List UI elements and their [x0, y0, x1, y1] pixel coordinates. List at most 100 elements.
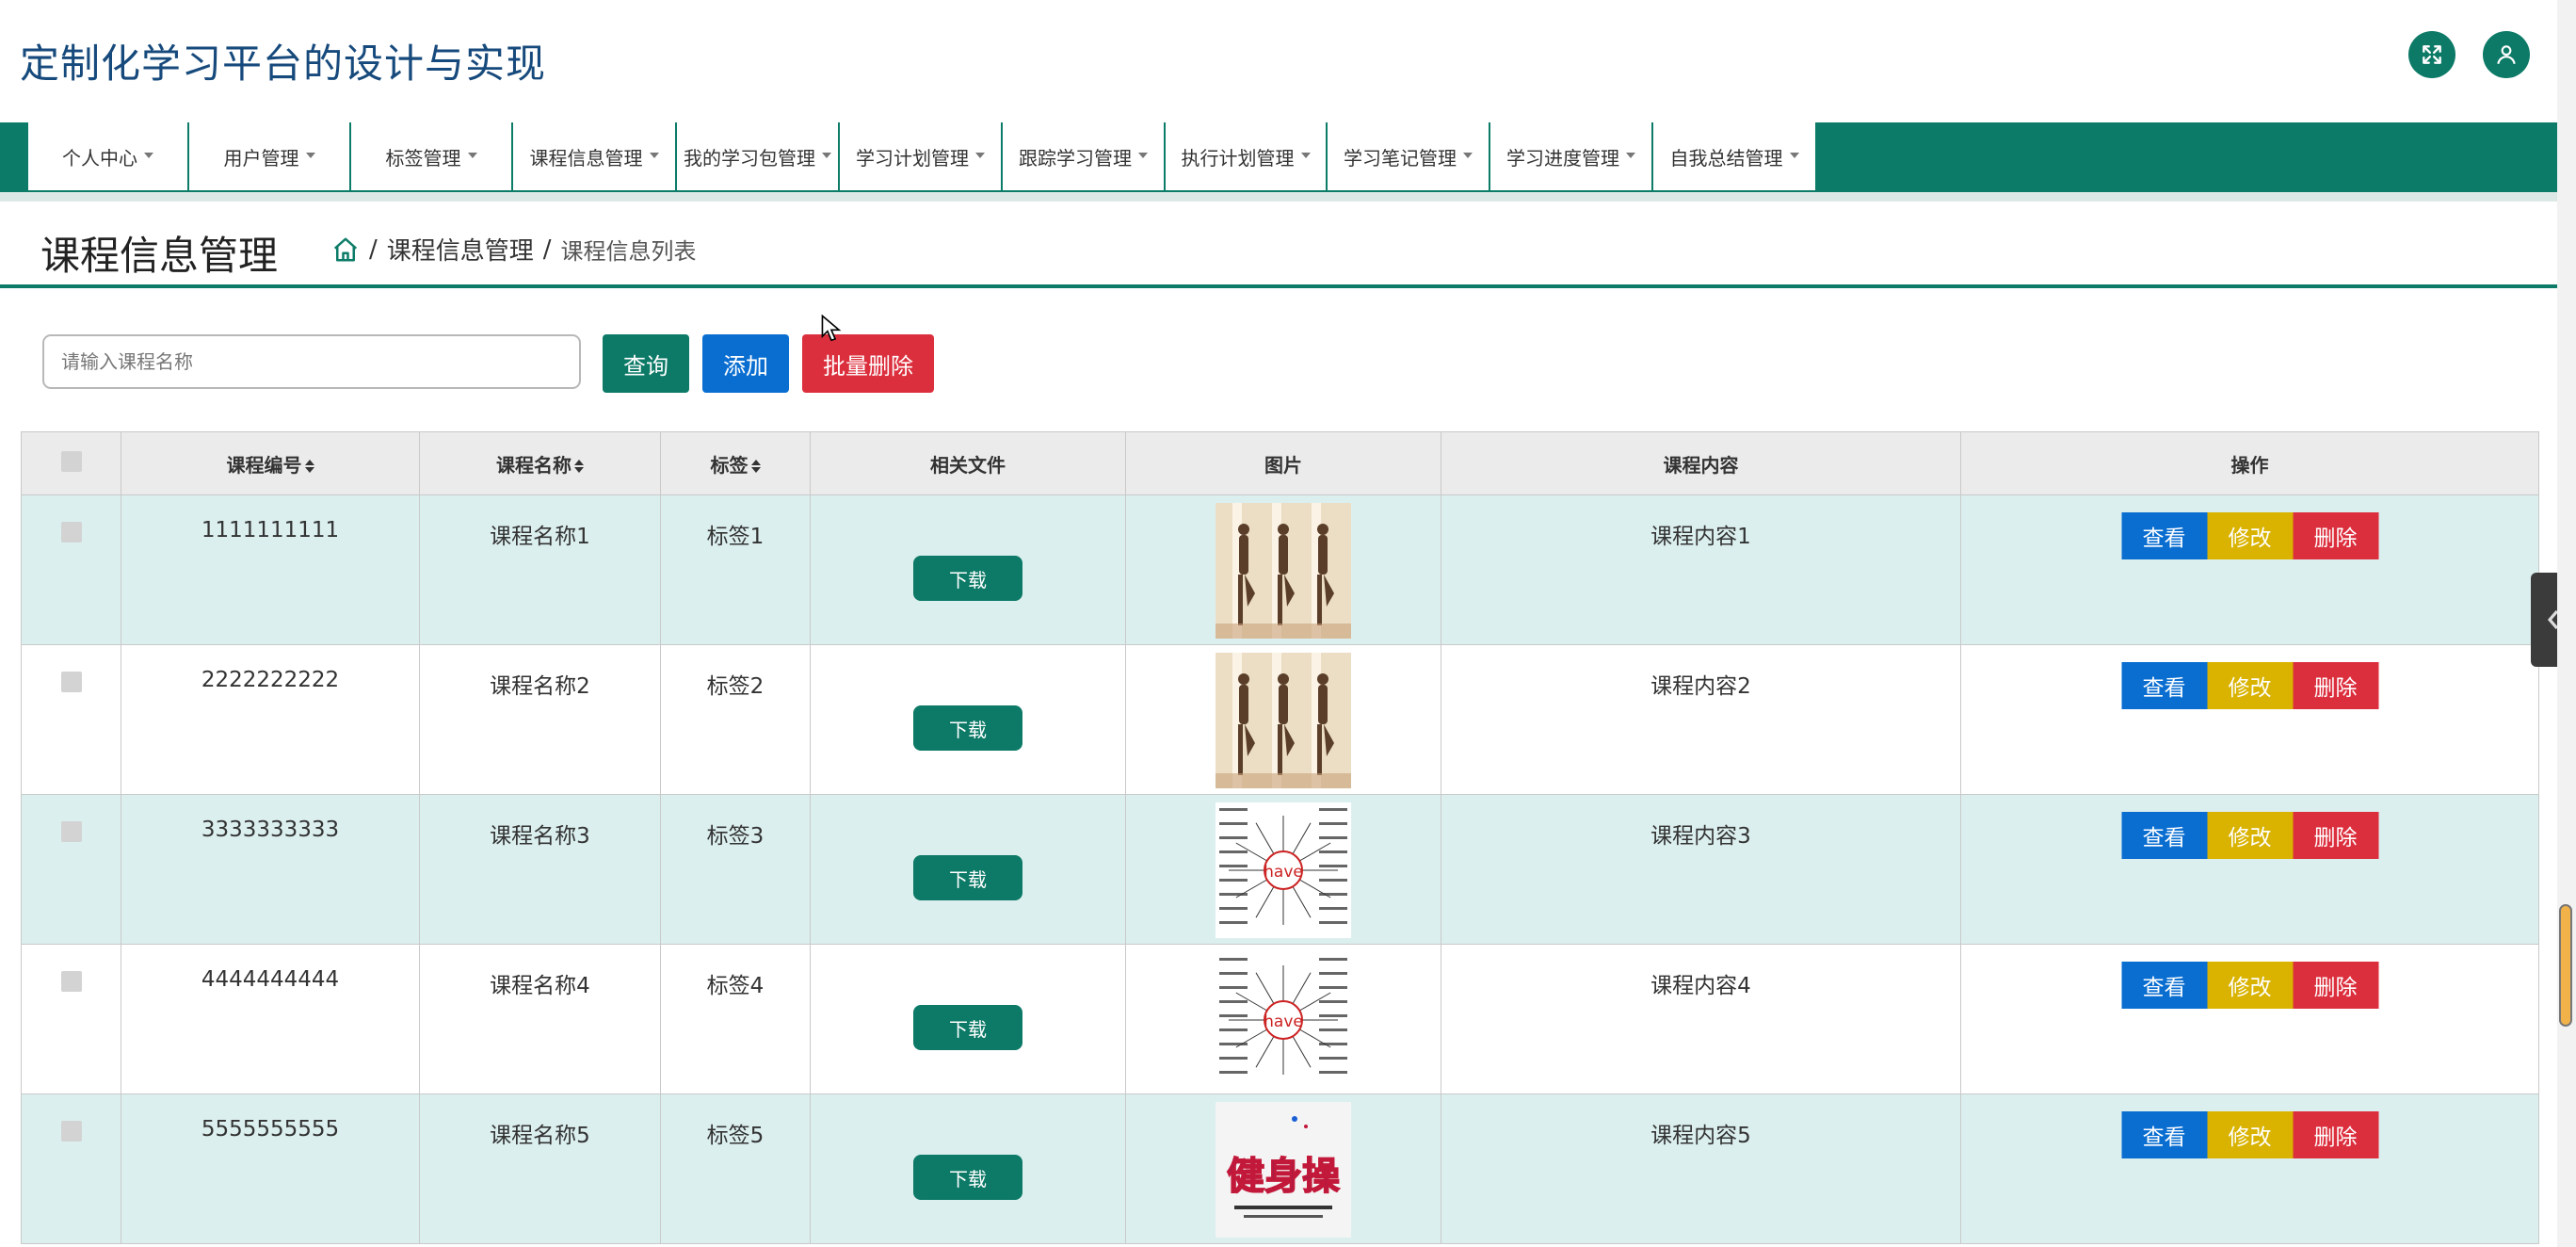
- view-button[interactable]: 查看: [2121, 1111, 2207, 1158]
- course-content-cell: 课程内容2: [1441, 644, 1961, 795]
- operations-cell: 查看 修改 删除: [1960, 644, 2539, 795]
- download-button[interactable]: 下载: [913, 1005, 1022, 1050]
- download-button[interactable]: 下载: [913, 855, 1022, 900]
- course-thumbnail-fitness: 健身操: [1216, 1102, 1351, 1238]
- course-name-search-input[interactable]: [42, 334, 581, 389]
- download-button[interactable]: 下载: [913, 705, 1022, 751]
- batch-delete-button[interactable]: 批量删除: [802, 334, 934, 393]
- row-checkbox[interactable]: [60, 672, 82, 692]
- nav-item-course-info-management[interactable]: 课程信息管理: [513, 122, 677, 190]
- thumbnail-text: have: [1264, 1012, 1303, 1031]
- row-checkbox[interactable]: [60, 522, 82, 543]
- caret-down-icon: [975, 153, 985, 158]
- select-all-header: [21, 431, 121, 495]
- course-image: 健身操: [1216, 1102, 1351, 1238]
- query-button[interactable]: 查询: [603, 334, 689, 393]
- nav-item-execute-plan[interactable]: 执行计划管理: [1166, 122, 1328, 190]
- view-button[interactable]: 查看: [2121, 962, 2207, 1009]
- fullscreen-button[interactable]: [2408, 31, 2455, 78]
- edit-button[interactable]: 修改: [2207, 1111, 2293, 1158]
- edit-button[interactable]: 修改: [2207, 812, 2293, 859]
- nav-item-study-notes[interactable]: 学习笔记管理: [1328, 122, 1490, 190]
- nav-item-personal-center[interactable]: 个人中心: [28, 122, 189, 190]
- breadcrumb-separator: /: [369, 235, 378, 264]
- header-course-code[interactable]: 课程编号: [121, 431, 420, 495]
- scrollbar-thumb[interactable]: [2559, 904, 2572, 1027]
- download-button[interactable]: 下载: [913, 1155, 1022, 1200]
- edit-button[interactable]: 修改: [2207, 512, 2293, 559]
- operations-cell: 查看 修改 删除: [1960, 1093, 2539, 1244]
- breadcrumb: / 课程信息管理 / 课程信息列表: [331, 232, 697, 267]
- tag-cell: 标签5: [660, 1093, 811, 1244]
- download-button[interactable]: 下载: [913, 556, 1022, 601]
- row-checkbox[interactable]: [60, 971, 82, 992]
- image-cell: [1125, 644, 1441, 795]
- row-checkbox[interactable]: [60, 821, 82, 842]
- header-related-file: 相关文件: [810, 431, 1126, 495]
- course-code-cell: 1111111111: [121, 494, 420, 645]
- delete-button[interactable]: 删除: [2293, 662, 2378, 709]
- user-button[interactable]: [2483, 31, 2530, 78]
- course-image: have: [1216, 952, 1351, 1088]
- image-cell: have: [1125, 944, 1441, 1094]
- nav-item-study-plan[interactable]: 学习计划管理: [840, 122, 1003, 190]
- tag-cell: 标签4: [660, 944, 811, 1094]
- row-actions: 查看 修改 删除: [2121, 812, 2378, 859]
- course-name-cell: 课程名称4: [419, 944, 661, 1094]
- image-cell: [1125, 494, 1441, 645]
- header-tag[interactable]: 标签: [660, 431, 811, 495]
- delete-button[interactable]: 删除: [2293, 812, 2378, 859]
- row-select-cell: [21, 1093, 121, 1244]
- breadcrumb-current: 课程信息列表: [560, 238, 697, 265]
- nav-item-my-study-pack[interactable]: 我的学习包管理: [677, 122, 840, 190]
- row-select-cell: [21, 494, 121, 645]
- table-row: 2222222222 课程名称2 标签2 下载 课程内容2 查看 修改 删除: [21, 644, 2539, 795]
- delete-button[interactable]: 删除: [2293, 962, 2378, 1009]
- title-underline: [0, 284, 2557, 288]
- caret-down-icon: [467, 153, 477, 158]
- delete-button[interactable]: 删除: [2293, 1111, 2378, 1158]
- breadcrumb-section[interactable]: 课程信息管理: [387, 232, 534, 267]
- caret-down-icon: [649, 153, 659, 158]
- add-button[interactable]: 添加: [702, 334, 789, 393]
- table-header-row: 课程编号 课程名称 标签 相关文件 图片 课程内容 操作: [21, 431, 2539, 495]
- course-thumbnail-have: have: [1216, 952, 1351, 1088]
- nav-item-study-progress[interactable]: 学习进度管理: [1490, 122, 1653, 190]
- row-checkbox[interactable]: [60, 1121, 82, 1142]
- header-course-name[interactable]: 课程名称: [419, 431, 661, 495]
- header-course-content: 课程内容: [1441, 431, 1961, 495]
- edit-button[interactable]: 修改: [2207, 962, 2293, 1009]
- course-table: 课程编号 课程名称 标签 相关文件 图片 课程内容 操作 1111111111 课…: [21, 431, 2539, 1244]
- sort-icon: [304, 460, 314, 473]
- header-operations: 操作: [1960, 431, 2539, 495]
- course-thumbnail-dance: [1216, 503, 1351, 639]
- view-button[interactable]: 查看: [2121, 812, 2207, 859]
- course-code-cell: 3333333333: [121, 794, 420, 945]
- related-file-cell: 下载: [810, 794, 1126, 945]
- course-content-cell: 课程内容5: [1441, 1093, 1961, 1244]
- sort-icon: [574, 460, 584, 473]
- row-actions: 查看 修改 删除: [2121, 962, 2378, 1009]
- home-icon[interactable]: [331, 235, 360, 264]
- nav-item-user-management[interactable]: 用户管理: [189, 122, 351, 190]
- row-select-cell: [21, 944, 121, 1094]
- image-cell: have: [1125, 794, 1441, 945]
- caret-down-icon: [1138, 153, 1148, 158]
- fullscreen-icon: [2423, 45, 2441, 64]
- related-file-cell: 下载: [810, 944, 1126, 1094]
- delete-button[interactable]: 删除: [2293, 512, 2378, 559]
- row-actions: 查看 修改 删除: [2121, 662, 2378, 709]
- select-all-checkbox[interactable]: [60, 450, 82, 472]
- edit-button[interactable]: 修改: [2207, 662, 2293, 709]
- nav-item-tag-management[interactable]: 标签管理: [351, 122, 513, 190]
- course-name-cell: 课程名称5: [419, 1093, 661, 1244]
- tag-cell: 标签3: [660, 794, 811, 945]
- nav-item-tracking-study[interactable]: 跟踪学习管理: [1003, 122, 1166, 190]
- view-button[interactable]: 查看: [2121, 662, 2207, 709]
- vertical-scrollbar[interactable]: [2557, 0, 2576, 1247]
- nav-item-self-summary[interactable]: 自我总结管理: [1653, 122, 1815, 190]
- related-file-cell: 下载: [810, 1093, 1126, 1244]
- caret-down-icon: [144, 153, 153, 158]
- course-content-cell: 课程内容1: [1441, 494, 1961, 645]
- view-button[interactable]: 查看: [2121, 512, 2207, 559]
